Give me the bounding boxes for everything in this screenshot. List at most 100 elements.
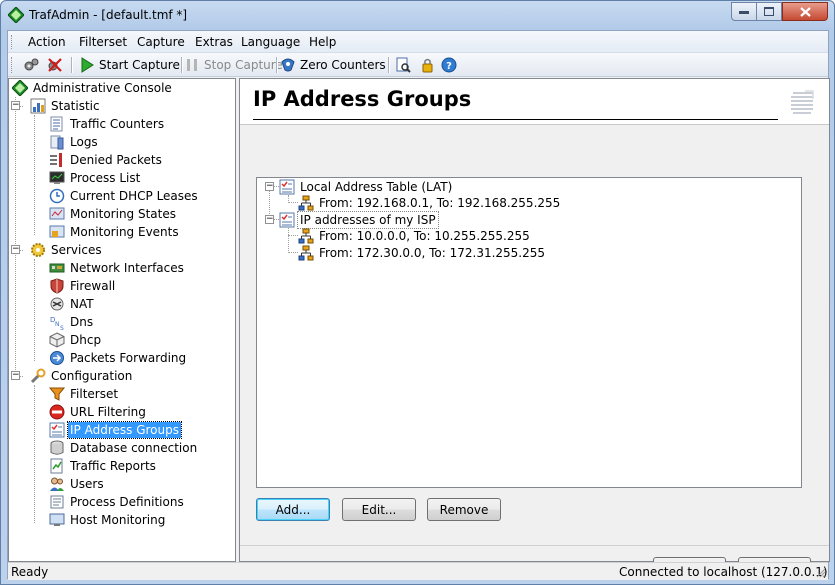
collapse-configuration-toggle[interactable]: − — [11, 371, 20, 380]
help-tool-button[interactable]: ? — [441, 55, 461, 75]
svg-text:?: ? — [446, 61, 452, 72]
report-tool-button[interactable] — [395, 55, 415, 75]
network-card-icon — [49, 263, 65, 273]
menu-capture[interactable]: Capture — [137, 35, 185, 49]
configuration-wrench-icon — [30, 368, 46, 384]
tree-item-filterset[interactable]: Filterset — [49, 385, 120, 403]
network-range-icon — [298, 245, 314, 261]
svg-text:S: S — [60, 325, 64, 330]
disconnect-icon — [48, 58, 62, 72]
tree-connector — [34, 259, 35, 361]
tree-item-monitoring-states[interactable]: Monitoring States — [49, 205, 178, 223]
tree-connector — [288, 235, 298, 236]
dhcp-cube-icon — [49, 332, 65, 348]
services-gear-icon — [31, 243, 45, 257]
monitoring-states-icon — [49, 207, 65, 220]
zero-counters-button[interactable]: Zero Counters — [280, 55, 386, 75]
disconnect-tool-button[interactable] — [47, 55, 67, 75]
url-filtering-no-entry-icon — [49, 404, 65, 420]
start-capture-button[interactable]: Start Capture — [79, 55, 180, 75]
tree-item-nat[interactable]: NAT — [49, 295, 96, 313]
tree-item-ip-address-groups[interactable]: IP Address Groups — [49, 421, 182, 439]
firewall-shield-icon — [50, 278, 64, 294]
ip-address-groups-icon — [49, 422, 65, 438]
edit-button[interactable]: Edit... — [342, 498, 416, 521]
statistic-chart-icon — [30, 98, 46, 114]
tree-label: Administrative Console — [33, 81, 172, 95]
title-divider — [253, 119, 778, 120]
collapse-group-toggle[interactable]: − — [265, 215, 274, 224]
tree-label: Dns — [70, 315, 94, 329]
tree-item-users[interactable]: Users — [49, 475, 106, 493]
tree-connector — [288, 252, 298, 253]
ip-groups-tree[interactable]: − Local Address Table (LAT) From: 192.16… — [256, 177, 802, 488]
document-list-icon — [791, 90, 814, 114]
menu-language[interactable]: Language — [241, 35, 300, 49]
tree-item-dhcp[interactable]: Dhcp — [49, 331, 103, 349]
tree-item-statistic[interactable]: Statistic — [30, 97, 102, 115]
stop-capture-label: Stop Capture — [204, 58, 283, 72]
lock-key-icon — [422, 58, 433, 73]
range-item[interactable]: From: 192.168.0.1, To: 192.168.255.255 — [298, 194, 562, 212]
tree-item-packets-forwarding[interactable]: Packets Forwarding — [49, 349, 188, 367]
tree-item-host-monitoring[interactable]: Host Monitoring — [49, 511, 167, 529]
tree-item-services[interactable]: Services — [30, 241, 104, 259]
settings-tool-button[interactable] — [23, 55, 43, 75]
address-group-icon — [279, 179, 295, 195]
traffic-counters-icon — [50, 116, 63, 132]
maximize-button[interactable] — [756, 2, 782, 21]
collapse-group-toggle[interactable]: − — [265, 182, 274, 191]
tree-item-current-dhcp-leases[interactable]: Current DHCP Leases — [49, 187, 200, 205]
update-tool-button[interactable] — [419, 55, 439, 75]
tree-connector — [15, 97, 16, 378]
tree-label: Denied Packets — [70, 153, 162, 167]
tree-item-dns[interactable]: DNS Dns — [49, 313, 95, 331]
tree-item-denied-packets[interactable]: Denied Packets — [49, 151, 164, 169]
tree-item-monitoring-events[interactable]: Monitoring Events — [49, 223, 181, 241]
nat-icon — [50, 297, 64, 311]
tree-item-process-list[interactable]: Process List — [49, 169, 142, 187]
remove-button[interactable]: Remove — [427, 498, 501, 521]
button-divider — [240, 545, 829, 546]
toolbar-separator — [276, 57, 277, 73]
title-bar[interactable]: TrafAdmin - [default.tmf *] — [1, 1, 834, 29]
start-capture-label: Start Capture — [99, 58, 180, 72]
tree-item-configuration[interactable]: Configuration — [30, 367, 134, 385]
close-button[interactable] — [782, 2, 828, 21]
menu-action[interactable]: Action — [28, 35, 66, 49]
tree-item-traffic-reports[interactable]: Traffic Reports — [49, 457, 158, 475]
tree-item-logs[interactable]: Logs — [49, 133, 100, 151]
minimize-button[interactable] — [731, 2, 757, 21]
tree-item-url-filtering[interactable]: URL Filtering — [49, 403, 148, 421]
tree-label: Packets Forwarding — [70, 351, 187, 365]
host-monitoring-icon — [49, 513, 65, 526]
tree-item-traffic-counters[interactable]: Traffic Counters — [49, 115, 166, 133]
tree-label: Users — [70, 477, 104, 491]
tree-label: Network Interfaces — [70, 261, 184, 275]
status-bar: Ready Connected to localhost (127.0.0.1) — [8, 562, 828, 580]
menu-help[interactable]: Help — [309, 35, 336, 49]
menu-extras[interactable]: Extras — [195, 35, 233, 49]
tree-label: Firewall — [70, 279, 116, 293]
collapse-services-toggle[interactable]: − — [11, 245, 20, 254]
filter-funnel-icon — [49, 387, 65, 401]
range-item[interactable]: From: 10.0.0.0, To: 10.255.255.255 — [298, 227, 532, 245]
tree-item-database-connection[interactable]: Database connection — [49, 439, 199, 457]
stop-capture-button[interactable]: Stop Capture — [184, 55, 283, 75]
tree-item-process-definitions[interactable]: Process Definitions — [49, 493, 186, 511]
tree-connector — [34, 115, 35, 235]
add-button[interactable]: Add... — [256, 498, 330, 521]
tree-label: Current DHCP Leases — [70, 189, 198, 203]
range-item[interactable]: From: 172.30.0.0, To: 172.31.255.255 — [298, 244, 547, 262]
packets-forwarding-icon — [50, 351, 64, 365]
pause-icon — [187, 59, 197, 71]
tree-connector — [34, 385, 35, 523]
collapse-statistic-toggle[interactable]: − — [11, 101, 20, 110]
content-panel: IP Address Groups − Local Address Table … — [239, 78, 830, 580]
resize-grip-icon[interactable] — [816, 568, 826, 578]
tree-item-network-interfaces[interactable]: Network Interfaces — [49, 259, 186, 277]
tree-item-administrative-console[interactable]: Administrative Console — [12, 79, 174, 97]
process-definitions-icon — [50, 495, 64, 509]
menu-filterset[interactable]: Filterset — [79, 35, 127, 49]
tree-item-firewall[interactable]: Firewall — [49, 277, 117, 295]
